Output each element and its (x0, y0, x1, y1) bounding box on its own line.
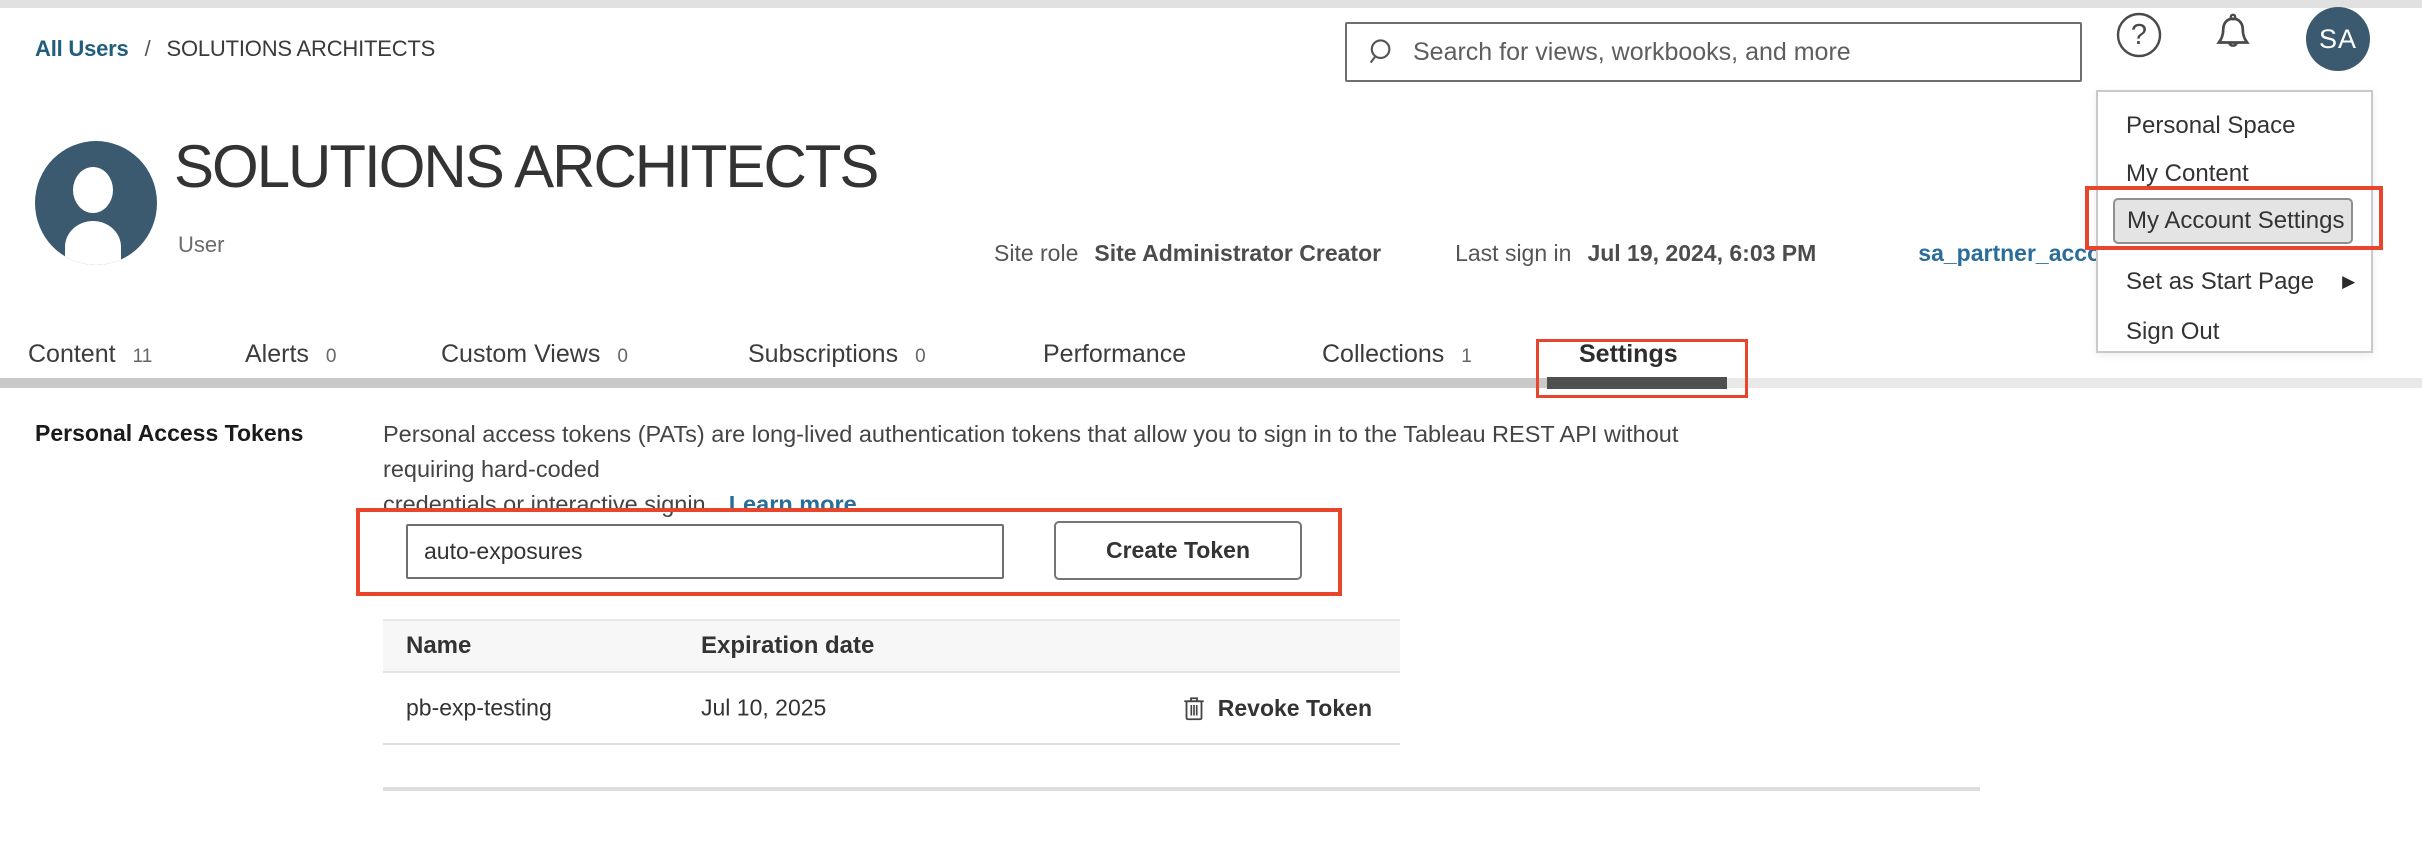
pat-description: Personal access tokens (PATs) are long-l… (383, 417, 1713, 522)
page-title: SOLUTIONS ARCHITECTS (174, 132, 877, 201)
account-menu: Personal Space My Content My Account Set… (2096, 90, 2373, 353)
breadcrumb: All Users / SOLUTIONS ARCHITECTS (35, 36, 435, 62)
learn-more-link[interactable]: Learn more (729, 491, 857, 517)
top-window-strip (0, 0, 2422, 8)
tab-subscriptions-count: 0 (915, 346, 926, 368)
tab-collections[interactable]: Collections1 (1322, 340, 1472, 378)
tab-alerts[interactable]: Alerts0 (245, 340, 336, 378)
tab-custom-views[interactable]: Custom Views0 (441, 340, 628, 378)
notifications-button[interactable] (2208, 10, 2258, 60)
svg-text:?: ? (2131, 19, 2147, 51)
pat-description-line1: Personal access tokens (PATs) are long-l… (383, 417, 1713, 487)
account-username-link[interactable]: sa_partner_accou (1918, 240, 2115, 267)
pat-section-heading: Personal Access Tokens (35, 420, 303, 447)
help-button[interactable]: ? (2114, 10, 2164, 60)
tab-settings[interactable]: Settings (1579, 340, 1678, 378)
user-avatar-button[interactable]: SA (2306, 7, 2370, 71)
menu-item-my-content[interactable]: My Content (2098, 152, 2371, 196)
breadcrumb-current-user: SOLUTIONS ARCHITECTS (167, 36, 436, 62)
create-token-button[interactable]: Create Token (1054, 521, 1302, 580)
help-icon: ? (2114, 10, 2164, 60)
token-expiration-cell: Jul 10, 2025 (701, 695, 826, 722)
search-input[interactable] (1399, 24, 2080, 80)
revoke-token-label: Revoke Token (1218, 695, 1372, 722)
tab-collections-count: 1 (1461, 346, 1472, 368)
tab-alerts-count: 0 (326, 346, 337, 368)
revoke-token-button[interactable]: Revoke Token (1182, 694, 1372, 722)
breadcrumb-separator: / (145, 36, 151, 62)
pat-table-header: Name Expiration date (383, 619, 1400, 673)
tab-content[interactable]: Content11 (28, 340, 152, 378)
tab-custom-views-count: 0 (617, 346, 628, 368)
menu-item-sign-out[interactable]: Sign Out (2098, 310, 2371, 354)
menu-item-personal-space[interactable]: Personal Space (2098, 104, 2371, 148)
profile-meta-row: Site role Site Administrator Creator Las… (994, 240, 2115, 267)
tabbar-underline-right (1727, 378, 2422, 388)
menu-item-set-as-start-page[interactable]: Set as Start Page ▶ (2098, 260, 2371, 304)
tabbar-active-underline (1547, 377, 1727, 389)
site-role-label: Site role (994, 240, 1078, 267)
person-icon (35, 141, 157, 265)
submenu-arrow-icon: ▶ (2342, 272, 2355, 292)
trash-icon (1182, 694, 1206, 722)
profile-type-label: User (178, 232, 224, 258)
table-row: pb-exp-testing Jul 10, 2025 Revoke Token (383, 673, 1400, 745)
site-role-value: Site Administrator Creator (1094, 240, 1381, 267)
search-icon (1365, 35, 1399, 69)
menu-item-my-account-settings[interactable]: My Account Settings (2113, 198, 2353, 244)
tab-performance[interactable]: Performance (1043, 340, 1186, 378)
breadcrumb-all-users-link[interactable]: All Users (35, 36, 129, 62)
search-box[interactable] (1345, 22, 2082, 82)
tabbar-underline (0, 378, 1547, 388)
page: All Users / SOLUTIONS ARCHITECTS ? SA Pe… (0, 0, 2422, 850)
pat-table: Name Expiration date pb-exp-testing Jul … (383, 619, 1400, 745)
tab-subscriptions[interactable]: Subscriptions0 (748, 340, 926, 378)
last-signin-label: Last sign in (1455, 240, 1571, 267)
profile-avatar (35, 141, 157, 265)
column-header-expiration: Expiration date (701, 632, 874, 660)
tab-content-count: 11 (133, 346, 153, 368)
last-signin-value: Jul 19, 2024, 6:03 PM (1587, 240, 1816, 267)
token-name-input[interactable] (406, 524, 1004, 579)
token-name-cell: pb-exp-testing (406, 695, 552, 722)
section-divider (383, 787, 1980, 791)
column-header-name: Name (406, 632, 471, 660)
pat-description-line2: credentials or interactive signin. (383, 491, 712, 517)
bell-icon (2208, 10, 2258, 60)
